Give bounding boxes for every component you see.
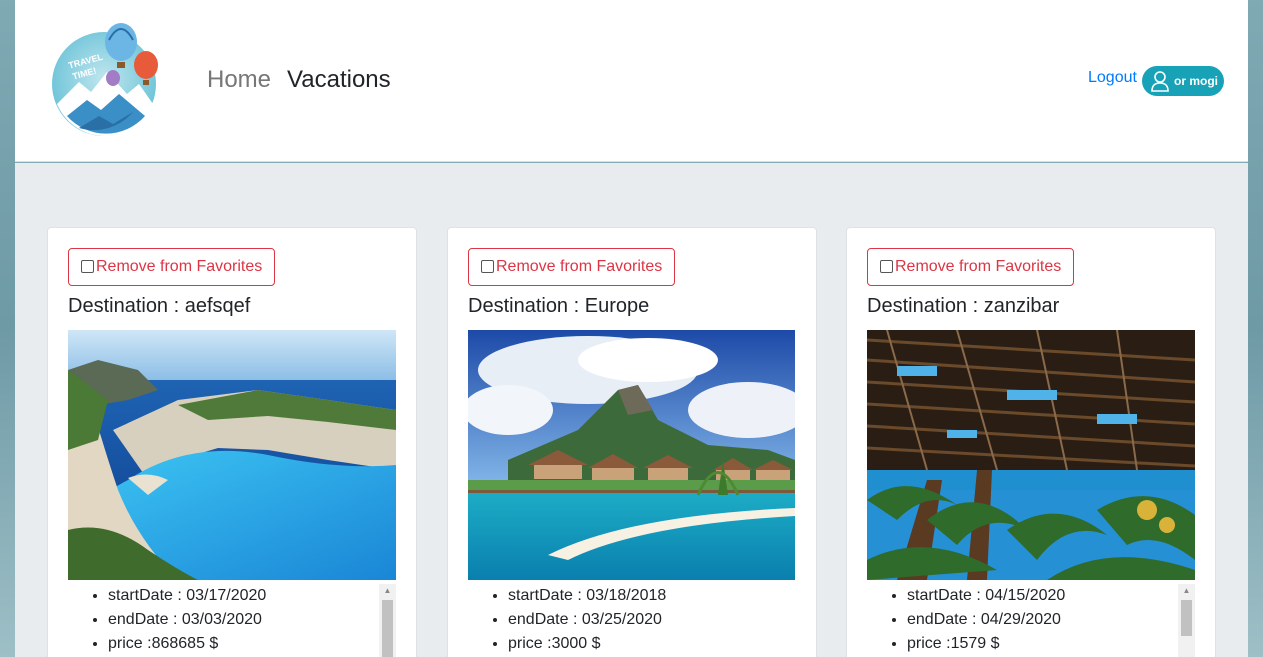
destination-title: Destination : zanzibar	[867, 295, 1060, 317]
scroll-up-arrow-icon[interactable]: ▲	[1178, 584, 1195, 598]
vacation-details: startDate : 03/18/2018 endDate : 03/25/2…	[468, 584, 796, 657]
favorite-checkbox[interactable]	[880, 259, 893, 273]
end-date: endDate : 04/29/2020	[907, 608, 1195, 632]
vacation-details: startDate : 04/15/2020 endDate : 04/29/2…	[867, 584, 1195, 657]
nav-home-link[interactable]: Home	[207, 66, 271, 94]
scroll-up-arrow-icon[interactable]: ▲	[379, 584, 396, 598]
remove-favorite-button[interactable]: Remove from Favorites	[867, 248, 1075, 286]
vacation-photo	[468, 330, 795, 580]
main-content: Remove from Favorites Destination : aefs…	[15, 163, 1248, 657]
details-scrollbar[interactable]: ▲	[1178, 584, 1195, 657]
navbar: TRAVEL TIME! Home Vacations Logout or mo…	[15, 0, 1248, 162]
price: price :1579 $	[907, 632, 1195, 656]
remove-favorite-label: Remove from Favorites	[96, 258, 263, 275]
end-date: endDate : 03/25/2020	[508, 608, 796, 632]
scrollbar-thumb[interactable]	[382, 600, 393, 657]
page-background-left	[0, 0, 15, 657]
details-list: startDate : 04/15/2020 endDate : 04/29/2…	[867, 584, 1195, 656]
vacation-card: Remove from Favorites Destination : Euro…	[447, 227, 817, 657]
start-date: startDate : 03/18/2018	[508, 584, 796, 608]
user-icon	[1151, 71, 1169, 92]
details-list: startDate : 03/18/2018 endDate : 03/25/2…	[468, 584, 796, 656]
nav-vacations-link[interactable]: Vacations	[287, 66, 391, 94]
logout-link[interactable]: Logout	[1088, 69, 1137, 87]
vacation-photo	[867, 330, 1195, 580]
price: price :868685 $	[108, 632, 396, 656]
destination-title: Destination : Europe	[468, 295, 650, 317]
user-badge[interactable]: or mogi	[1142, 66, 1224, 96]
start-date: startDate : 04/15/2020	[907, 584, 1195, 608]
vacation-photo	[68, 330, 396, 580]
scrollbar-thumb[interactable]	[1181, 600, 1192, 636]
nav-links: Home Vacations	[207, 66, 391, 94]
vacation-card: Remove from Favorites Destination : zanz…	[846, 227, 1216, 657]
travel-time-logo[interactable]: TRAVEL TIME!	[49, 20, 161, 138]
end-date: endDate : 03/03/2020	[108, 608, 396, 632]
page-background-right	[1247, 0, 1263, 657]
remove-favorite-label: Remove from Favorites	[496, 258, 663, 275]
vacation-details: startDate : 03/17/2020 endDate : 03/03/2…	[68, 584, 396, 657]
favorite-checkbox[interactable]	[81, 259, 94, 273]
start-date: startDate : 03/17/2020	[108, 584, 396, 608]
details-scrollbar[interactable]: ▲	[379, 584, 396, 657]
destination-title: Destination : aefsqef	[68, 295, 251, 317]
remove-favorite-label: Remove from Favorites	[895, 258, 1062, 275]
remove-favorite-button[interactable]: Remove from Favorites	[68, 248, 276, 286]
remove-favorite-button[interactable]: Remove from Favorites	[468, 248, 676, 286]
price: price :3000 $	[508, 632, 796, 656]
details-list: startDate : 03/17/2020 endDate : 03/03/2…	[68, 584, 396, 656]
user-name: or mogi	[1174, 74, 1218, 88]
vacation-card: Remove from Favorites Destination : aefs…	[47, 227, 417, 657]
favorite-checkbox[interactable]	[481, 259, 494, 273]
